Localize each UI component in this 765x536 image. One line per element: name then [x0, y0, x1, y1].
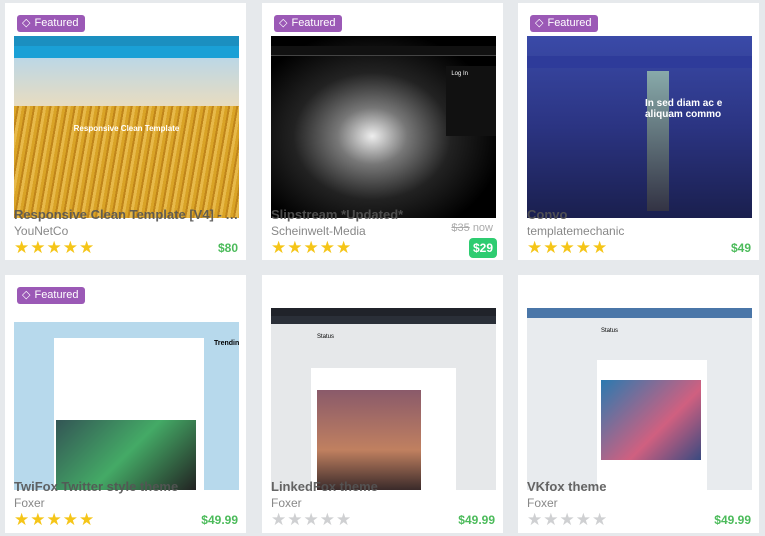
star-icon: ★	[527, 510, 543, 529]
thumbnail-text: Status	[317, 334, 335, 340]
star-icon: ★	[575, 238, 591, 257]
star-icon: ★	[303, 510, 319, 529]
theme-thumbnail[interactable]: Status	[271, 308, 496, 490]
rating-stars: ★ ★ ★ ★ ★	[527, 511, 607, 528]
star-icon: ★	[30, 510, 46, 529]
featured-label: Featured	[34, 289, 79, 301]
star-icon: ★	[79, 238, 95, 257]
thumbnail-text: Responsive Clean Template	[73, 124, 180, 133]
thumbnail-text: In sed diam ac e aliquam commo	[645, 98, 723, 120]
theme-card[interactable]: ◇Featured Trending TwiFox Twitter style th…	[5, 275, 246, 533]
theme-price: $49.99	[201, 513, 238, 527]
thumbnail-text: Log In	[451, 71, 468, 77]
rating-stars: ★ ★ ★ ★ ★	[527, 239, 607, 256]
theme-card[interactable]: Status VKfox theme Foxer ★ ★ ★ ★ ★ $49.99	[518, 275, 759, 533]
featured-label: Featured	[34, 17, 79, 29]
theme-thumbnail[interactable]: Log In	[271, 36, 496, 218]
star-icon: ★	[14, 238, 30, 257]
featured-badge: ◇ Featured	[274, 15, 342, 32]
star-icon: ★	[46, 510, 62, 529]
star-icon: ★	[79, 510, 95, 529]
star-icon: ★	[319, 238, 335, 257]
featured-label: Featured	[291, 17, 336, 29]
star-icon: ★	[559, 510, 575, 529]
thumbnail-text: Status	[601, 328, 619, 334]
theme-thumbnail[interactable]: Status	[527, 308, 752, 490]
theme-price: $80	[217, 241, 238, 255]
star-icon: ★	[575, 510, 591, 529]
star-icon: ★	[592, 238, 608, 257]
theme-author[interactable]: templatemechanic	[527, 224, 624, 238]
star-icon: ★	[287, 238, 303, 257]
theme-card[interactable]: ◇ Featured Responsive Clean Template Respon…	[5, 3, 246, 260]
star-icon: ★	[14, 510, 30, 529]
featured-badge: ◇ Featured	[17, 15, 85, 32]
theme-title[interactable]: Responsive Clean Template [V4] - Yo...	[14, 207, 239, 222]
star-icon: ★	[271, 510, 287, 529]
diamond-icon: ◇	[22, 289, 31, 301]
theme-title[interactable]: TwiFox Twitter style theme	[14, 479, 239, 494]
theme-thumbnail[interactable]: Responsive Clean Template	[14, 36, 239, 218]
star-icon: ★	[336, 510, 352, 529]
theme-author[interactable]: Scheinwelt-Media	[271, 224, 366, 238]
theme-title[interactable]: VKfox theme	[527, 479, 752, 494]
star-icon: ★	[303, 238, 319, 257]
star-icon: ★	[543, 510, 559, 529]
rating-stars: ★ ★ ★ ★ ★	[14, 511, 94, 528]
star-icon: ★	[271, 238, 287, 257]
diamond-icon: ◇	[535, 17, 544, 29]
featured-badge: ◇ Featured	[17, 287, 85, 304]
diamond-icon: ◇	[22, 17, 31, 29]
star-icon: ★	[527, 238, 543, 257]
theme-card[interactable]: ◇ Featured Log In Slipstream *Updated* Schei…	[262, 3, 503, 260]
theme-author[interactable]: YouNetCo	[14, 224, 68, 238]
theme-title[interactable]: Slipstream *Updated*	[271, 207, 496, 222]
star-icon: ★	[287, 510, 303, 529]
rating-stars: ★ ★ ★ ★ ★	[271, 239, 351, 256]
star-icon: ★	[543, 238, 559, 257]
theme-card[interactable]: Status LinkedFox theme Foxer ★ ★ ★ ★ ★ $49.99	[262, 275, 503, 533]
theme-author[interactable]: Foxer	[527, 496, 558, 510]
featured-label: Featured	[547, 17, 592, 29]
theme-title[interactable]: Convo	[527, 207, 752, 222]
theme-price: $49.99	[458, 513, 495, 527]
diamond-icon: ◇	[279, 17, 288, 29]
theme-price: $49.99	[714, 513, 751, 527]
star-icon: ★	[62, 238, 78, 257]
theme-thumbnail[interactable]: In sed diam ac e aliquam commo	[527, 36, 752, 218]
star-icon: ★	[62, 510, 78, 529]
old-price: $35 now	[451, 222, 493, 234]
theme-price: $49	[730, 241, 751, 255]
theme-title[interactable]: LinkedFox theme	[271, 479, 496, 494]
theme-card[interactable]: ◇ Featured In sed diam ac e aliquam commo C…	[518, 3, 759, 260]
theme-author[interactable]: Foxer	[14, 496, 45, 510]
rating-stars: ★ ★ ★ ★ ★	[271, 511, 351, 528]
star-icon: ★	[30, 238, 46, 257]
star-icon: ★	[559, 238, 575, 257]
thumbnail-text: Trending	[214, 340, 239, 347]
featured-badge: ◇ Featured	[530, 15, 598, 32]
star-icon: ★	[336, 238, 352, 257]
rating-stars: ★ ★ ★ ★ ★	[14, 239, 94, 256]
theme-price: $29	[468, 238, 497, 258]
star-icon: ★	[319, 510, 335, 529]
theme-author[interactable]: Foxer	[271, 496, 302, 510]
star-icon: ★	[46, 238, 62, 257]
theme-thumbnail[interactable]: Trending	[14, 308, 239, 490]
star-icon: ★	[592, 510, 608, 529]
